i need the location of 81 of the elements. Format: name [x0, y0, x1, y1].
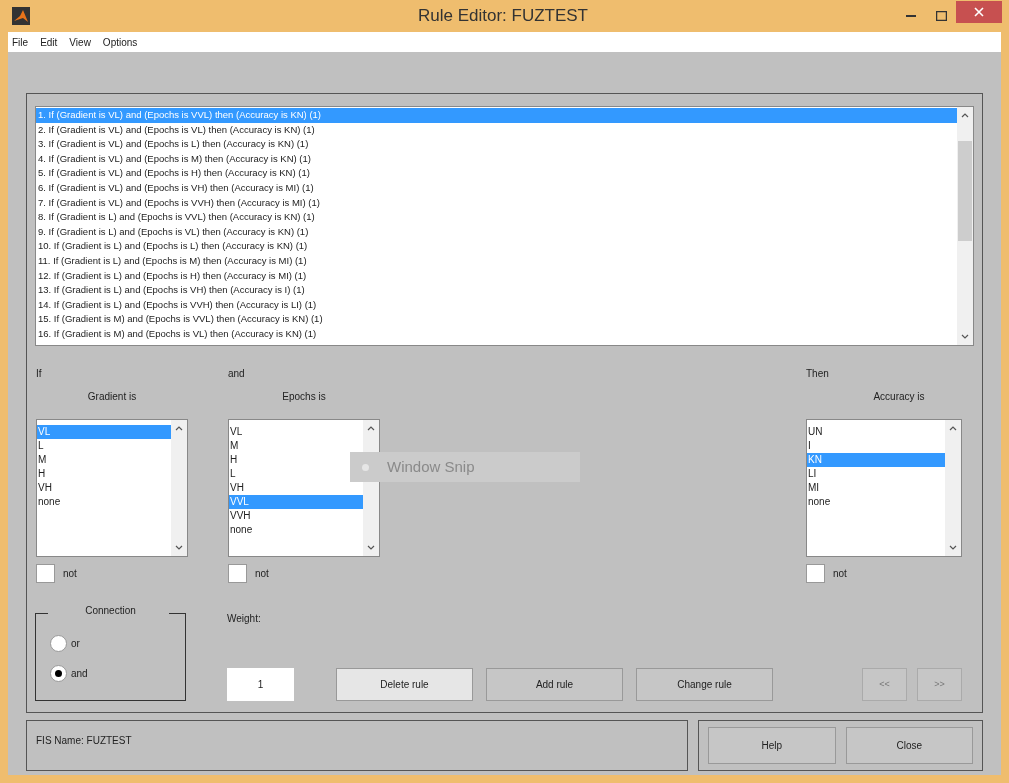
list-item[interactable]: none — [807, 495, 945, 509]
input-label: Epochs is — [281, 390, 327, 404]
connector-label: Then — [806, 367, 830, 380]
list-item[interactable]: VH — [229, 481, 363, 495]
list-item[interactable]: MI — [807, 481, 945, 495]
snip-label: Window Snip — [387, 456, 475, 477]
minimize-icon — [906, 15, 916, 17]
scrollbar[interactable] — [171, 420, 187, 556]
scroll-down-icon[interactable] — [949, 545, 957, 550]
rule-button[interactable]: Add rule — [486, 668, 623, 701]
maximize-icon — [935, 11, 947, 21]
not-label: not — [255, 567, 269, 581]
list-item[interactable]: none — [229, 523, 363, 537]
rule-item[interactable]: 4. If (Gradient is VL) and (Epochs is M) then (Accuracy is KN) (1) — [36, 151, 957, 167]
radio-button[interactable] — [50, 665, 67, 682]
rule-item[interactable]: 12. If (Gradient is L) and (Epochs is H) then (Accuracy is MI) (1) — [36, 268, 957, 284]
close-icon — [974, 7, 984, 17]
list-item[interactable]: M — [37, 453, 171, 467]
scroll-up-icon[interactable] — [949, 426, 957, 431]
list-item[interactable]: VH — [37, 481, 171, 495]
list-item[interactable]: I — [807, 439, 945, 453]
list-box[interactable]: UN I KN LI MI none — [806, 419, 962, 557]
scrollbar[interactable] — [957, 107, 973, 345]
connector-label: If — [36, 367, 43, 380]
radio-label: and — [71, 667, 88, 681]
rule-list[interactable] — [35, 106, 974, 346]
rule-item[interactable]: 15. If (Gradient is M) and (Epochs is VVL) then (Accuracy is KN) (1) — [36, 312, 957, 327]
rule-item[interactable]: 6. If (Gradient is VL) and (Epochs is VH) then (Accuracy is MI) (1) — [36, 180, 957, 196]
list-item[interactable]: H — [37, 467, 171, 481]
not-label: not — [833, 567, 847, 581]
snip-icon — [362, 463, 369, 471]
list-box[interactable]: VL M H L VH VVL VVH none — [228, 419, 380, 557]
weight-label: Weight: — [227, 612, 262, 626]
footer-button[interactable]: Close — [845, 727, 973, 764]
radio-label: or — [71, 637, 80, 651]
connector-label: and — [228, 367, 246, 380]
rule-item[interactable]: 11. If (Gradient is L) and (Epochs is M) then (Accuracy is MI) (1) — [36, 253, 957, 269]
not-checkbox[interactable] — [228, 564, 247, 583]
scroll-down-icon[interactable] — [961, 334, 969, 339]
rule-item[interactable]: 10. If (Gradient is L) and (Epochs is L) then (Accuracy is KN) (1) — [36, 239, 957, 254]
rule-button[interactable]: Delete rule — [336, 668, 473, 701]
rule-item[interactable]: 5. If (Gradient is VL) and (Epochs is H) then (Accuracy is KN) (1) — [36, 166, 957, 181]
rule-item[interactable]: 9. If (Gradient is L) and (Epochs is VL) then (Accuracy is KN) (1) — [36, 224, 957, 240]
rule-item[interactable]: 13. If (Gradient is L) and (Epochs is VH) then (Accuracy is I) (1) — [36, 283, 957, 298]
scroll-up-icon[interactable] — [175, 426, 183, 431]
list-item[interactable]: LI — [807, 467, 945, 481]
weight-field[interactable]: 1 — [227, 668, 294, 701]
radio-button[interactable] — [50, 635, 67, 652]
rule-item[interactable]: 7. If (Gradient is VL) and (Epochs is VVH) then (Accuracy is MI) (1) — [36, 195, 957, 211]
footer-button[interactable]: Help — [708, 727, 836, 764]
rule-button[interactable]: Change rule — [636, 668, 773, 701]
not-label: not — [63, 567, 77, 581]
scroll-thumb[interactable] — [958, 141, 972, 241]
status-text: FIS Name: FUZTEST — [36, 735, 132, 746]
list-item[interactable]: M — [229, 439, 363, 453]
list-item[interactable]: VVH — [229, 509, 363, 523]
rule-item[interactable]: 8. If (Gradient is L) and (Epochs is VVL) then (Accuracy is KN) (1) — [36, 210, 957, 225]
scroll-down-icon[interactable] — [175, 545, 183, 550]
rule-item[interactable]: 14. If (Gradient is L) and (Epochs is VVH) then (Accuracy is LI) (1) — [36, 297, 957, 313]
list-item[interactable]: none — [37, 495, 171, 509]
menu-item[interactable]: View — [69, 34, 91, 50]
not-checkbox[interactable] — [806, 564, 825, 583]
scroll-up-icon[interactable] — [961, 113, 969, 118]
menu-item[interactable]: File — [12, 34, 29, 50]
list-box[interactable]: VL L M H VH none — [36, 419, 188, 557]
rule-item[interactable]: 16. If (Gradient is M) and (Epochs is VL) then (Accuracy is KN) (1) — [36, 326, 957, 342]
input-label: Gradient is — [86, 390, 138, 404]
scroll-up-icon[interactable] — [367, 426, 375, 431]
list-item[interactable]: UN — [807, 425, 945, 439]
window-title: Rule Editor: FUZTEST — [416, 5, 589, 28]
scroll-down-icon[interactable] — [367, 545, 375, 550]
menu-item[interactable]: Edit — [40, 34, 58, 50]
menu-item[interactable]: Options — [102, 34, 138, 50]
list-item[interactable]: VL — [229, 425, 363, 439]
list-item[interactable]: L — [37, 439, 171, 453]
not-checkbox[interactable] — [36, 564, 55, 583]
rule-item[interactable]: 3. If (Gradient is VL) and (Epochs is L) then (Accuracy is KN) (1) — [36, 137, 957, 152]
rule-item[interactable]: 2. If (Gradient is VL) and (Epochs is VL) then (Accuracy is KN) (1) — [36, 122, 957, 138]
app-logo-icon — [12, 7, 30, 25]
scrollbar[interactable] — [945, 420, 961, 556]
output-label: Accuracy is — [872, 390, 926, 404]
